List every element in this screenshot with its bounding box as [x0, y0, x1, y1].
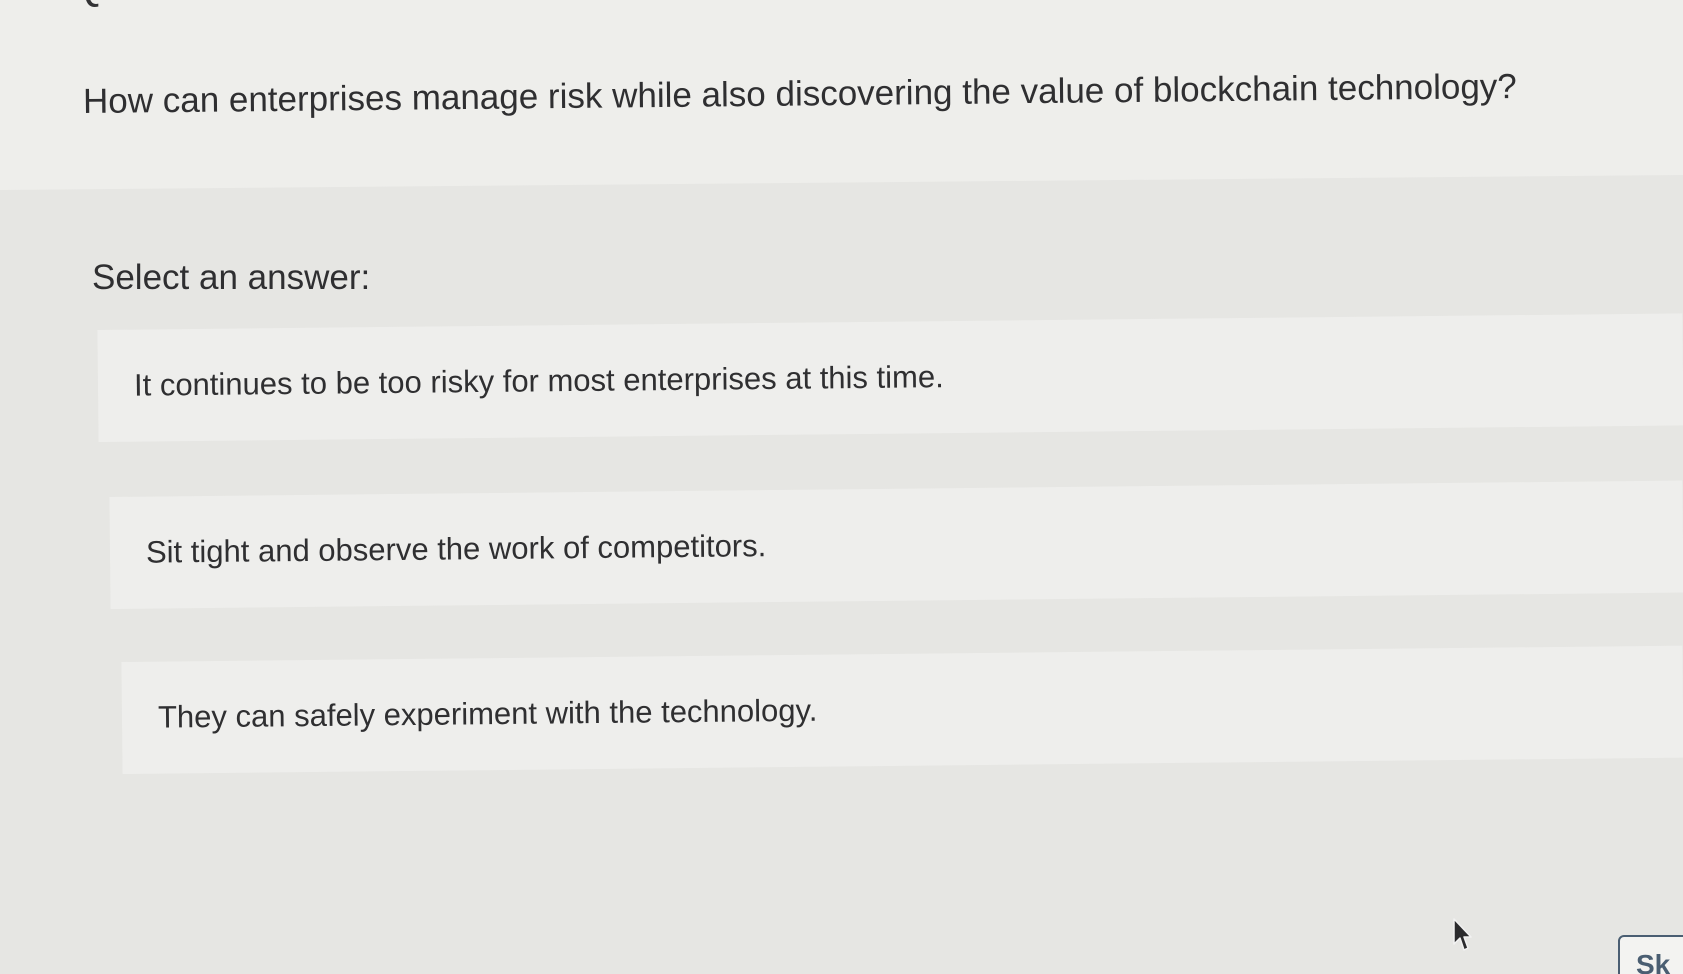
- answer-option-3[interactable]: They can safely experiment with the tech…: [121, 645, 1683, 774]
- skip-button[interactable]: Sk: [1618, 935, 1683, 974]
- answer-option-2[interactable]: Sit tight and observe the work of compet…: [109, 480, 1683, 609]
- question-counter: Question 7 of 11: [70, 0, 390, 10]
- answer-option-label: It continues to be too risky for most en…: [133, 359, 944, 403]
- answer-prompt: Select an answer:: [92, 258, 371, 297]
- answer-option-label: Sit tight and observe the work of compet…: [145, 528, 767, 570]
- answer-option-1[interactable]: It continues to be too risky for most en…: [97, 313, 1683, 442]
- quiz-page: Question 7 of 11 How can enterprises man…: [0, 0, 1683, 974]
- answer-option-label: They can safely experiment with the tech…: [157, 692, 818, 735]
- mouse-pointer-icon: [1453, 918, 1472, 951]
